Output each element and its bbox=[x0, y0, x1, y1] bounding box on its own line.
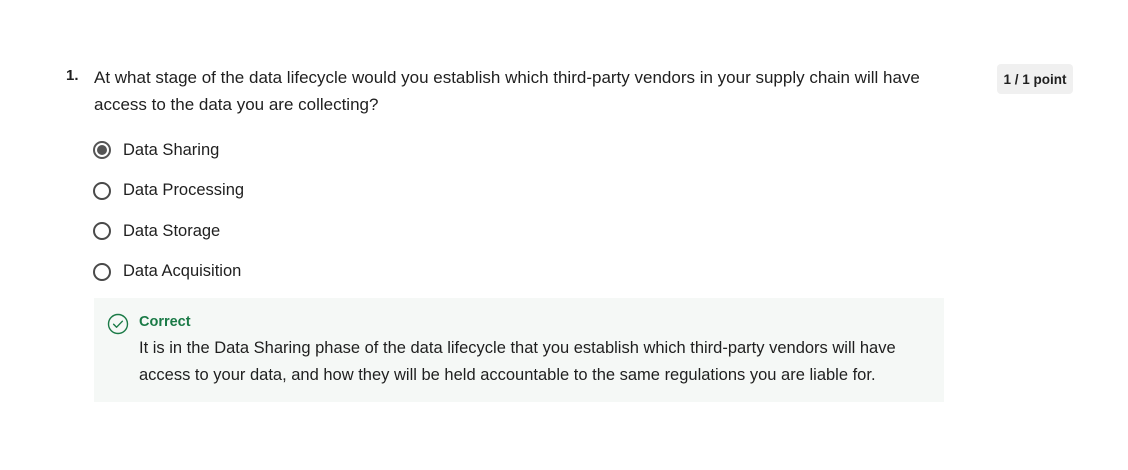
radio-button[interactable] bbox=[93, 222, 111, 240]
option-data-acquisition[interactable]: Data Acquisition bbox=[93, 259, 244, 285]
feedback-status: Correct bbox=[139, 314, 191, 330]
radio-dot bbox=[97, 145, 107, 155]
option-data-processing[interactable]: Data Processing bbox=[93, 178, 244, 204]
feedback-explanation: It is in the Data Sharing phase of the d… bbox=[139, 339, 896, 384]
check-circle-icon bbox=[107, 313, 129, 335]
question-text: At what stage of the data lifecycle woul… bbox=[94, 68, 920, 114]
radio-button[interactable] bbox=[93, 181, 111, 200]
option-label: Data Storage bbox=[123, 221, 221, 240]
radio-button[interactable] bbox=[93, 262, 111, 281]
answer-options: Data Sharing Data Processing Data Storag… bbox=[93, 137, 244, 299]
feedback-panel: Correct It is in the Data Sharing phase … bbox=[94, 298, 944, 402]
points-badge: 1 / 1 point bbox=[997, 64, 1073, 94]
option-label: Data Processing bbox=[123, 181, 245, 199]
radio-button-selected[interactable] bbox=[93, 141, 111, 159]
option-data-storage[interactable]: Data Storage bbox=[93, 218, 244, 244]
option-label: Data Acquisition bbox=[123, 262, 242, 280]
question-number: 1. bbox=[66, 67, 79, 84]
option-label: Data Sharing bbox=[123, 140, 220, 159]
option-data-sharing[interactable]: Data Sharing bbox=[93, 137, 244, 163]
